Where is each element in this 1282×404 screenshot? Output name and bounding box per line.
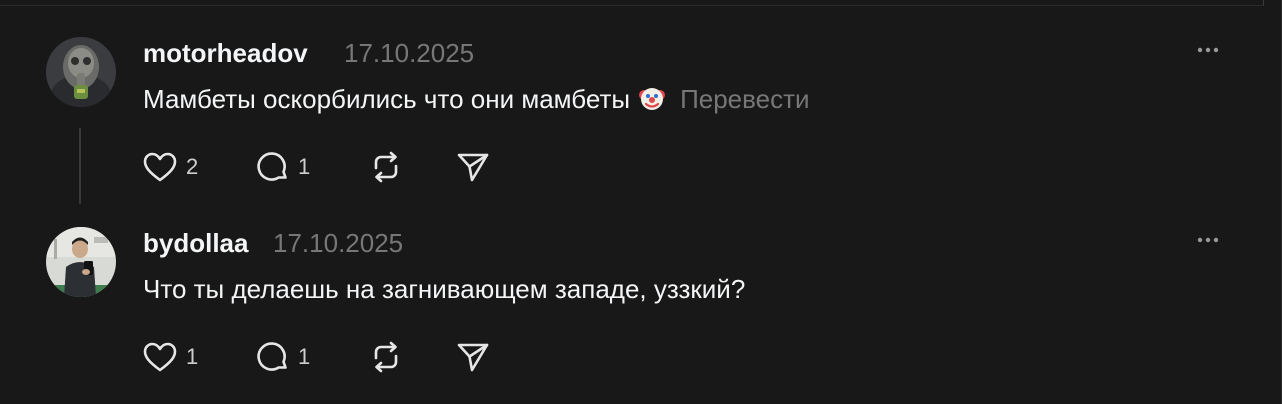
- send-icon: [457, 343, 489, 372]
- reply-button[interactable]: 1: [256, 150, 310, 184]
- post-text: Мамбеты оскорбились что они мамбеты: [143, 84, 631, 114]
- send-icon: [457, 153, 489, 182]
- heart-icon: [143, 152, 177, 182]
- like-count: 2: [186, 154, 199, 179]
- repost-icon: [374, 151, 398, 183]
- more-icon: [1197, 47, 1219, 53]
- reply-button[interactable]: 1: [256, 340, 310, 374]
- comment-icon: [257, 342, 287, 371]
- post-text-row: Мамбеты оскорбились что они мамбеты Пере…: [143, 84, 810, 115]
- like-button[interactable]: 1: [142, 341, 198, 373]
- avatar[interactable]: [46, 37, 116, 107]
- more-icon: [1197, 237, 1219, 243]
- reply-count: 1: [298, 344, 311, 369]
- share-button[interactable]: [456, 341, 490, 373]
- repost-icon: [374, 341, 398, 373]
- translate-link[interactable]: Перевести: [680, 84, 809, 114]
- heart-icon: [143, 342, 177, 372]
- username[interactable]: motorheadov: [143, 38, 308, 69]
- previous-post-border: [0, 0, 1264, 6]
- reply-count: 1: [298, 154, 311, 179]
- thread-connector-line: [79, 128, 81, 204]
- post-text: Что ты делаешь на загнивающем западе, уз…: [143, 274, 746, 304]
- repost-button[interactable]: [368, 340, 404, 374]
- more-options-button[interactable]: [1193, 44, 1223, 56]
- repost-button[interactable]: [368, 150, 404, 184]
- comment-icon: [257, 152, 287, 181]
- post-date[interactable]: 17.10.2025: [344, 38, 474, 69]
- share-button[interactable]: [456, 151, 490, 183]
- like-count: 1: [186, 344, 199, 369]
- post-date[interactable]: 17.10.2025: [273, 228, 403, 259]
- like-button[interactable]: 2: [142, 151, 198, 183]
- username[interactable]: bydollaa: [143, 228, 248, 259]
- avatar[interactable]: [46, 227, 116, 297]
- clown-face-emoji: [638, 84, 666, 112]
- more-options-button[interactable]: [1193, 234, 1223, 246]
